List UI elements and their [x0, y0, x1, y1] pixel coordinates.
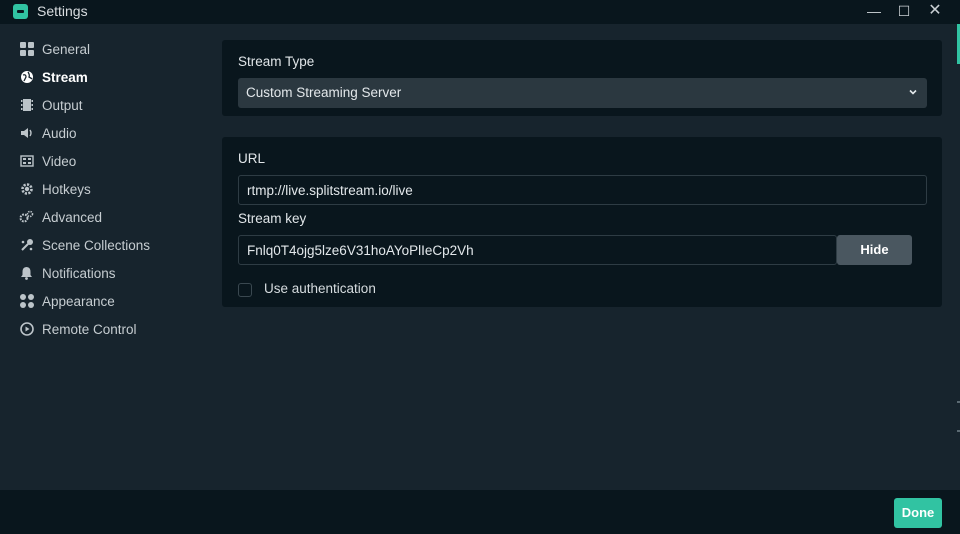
stream-type-label: Stream Type: [238, 54, 315, 69]
video-icon: [19, 154, 34, 169]
sidebar-item-label: Scene Collections: [42, 237, 151, 253]
title-bar: Settings — ☐ ✕: [0, 0, 960, 24]
sidebar-item-label: Video: [42, 153, 77, 169]
globe-icon: [19, 70, 34, 85]
minimize-button[interactable]: —: [859, 0, 889, 24]
stream-type-panel: Stream Type Custom Streaming Server: [222, 40, 942, 116]
sidebar-item-output[interactable]: Output: [0, 91, 210, 119]
url-label: URL: [238, 151, 266, 166]
bell-icon: [19, 266, 34, 281]
settings-sidebar: General Stream Output Audio Video Hotkey…: [0, 24, 210, 490]
use-authentication-label: Use authentication: [264, 281, 376, 296]
done-button[interactable]: Done: [894, 498, 942, 528]
play-circle-icon: [19, 322, 34, 337]
sidebar-item-label: Appearance: [42, 293, 115, 309]
sidebar-item-hotkeys[interactable]: Hotkeys: [0, 175, 210, 203]
sidebar-item-label: Stream: [42, 69, 88, 85]
sidebar-item-label: Notifications: [42, 265, 116, 281]
sidebar-item-audio[interactable]: Audio: [0, 119, 210, 147]
settings-footer: Done: [0, 490, 960, 534]
sidebar-item-scene-collections[interactable]: Scene Collections: [0, 231, 210, 259]
sidebar-item-appearance[interactable]: Appearance: [0, 287, 210, 315]
sidebar-item-label: Remote Control: [42, 321, 137, 337]
collections-icon: [19, 238, 34, 253]
gear-icon: [19, 182, 34, 197]
maximize-button[interactable]: ☐: [889, 0, 919, 24]
sidebar-item-label: Advanced: [42, 209, 103, 225]
sidebar-item-video[interactable]: Video: [0, 147, 210, 175]
sidebar-item-label: General: [42, 41, 91, 57]
gears-icon: [19, 210, 34, 225]
use-authentication-checkbox[interactable]: [238, 283, 252, 297]
sidebar-item-advanced[interactable]: Advanced: [0, 203, 210, 231]
sidebar-item-remote-control[interactable]: Remote Control: [0, 315, 210, 343]
stream-key-label: Stream key: [238, 211, 307, 226]
palette-icon: [19, 294, 34, 309]
window-title: Settings: [37, 3, 88, 19]
grid-icon: [19, 42, 34, 57]
sidebar-item-stream[interactable]: Stream: [0, 63, 210, 91]
sidebar-item-label: Hotkeys: [42, 181, 91, 197]
stream-type-select[interactable]: Custom Streaming Server: [238, 78, 927, 108]
close-button[interactable]: ✕: [920, 0, 950, 24]
stream-type-selected-value: Custom Streaming Server: [246, 85, 402, 100]
sidebar-item-notifications[interactable]: Notifications: [0, 259, 210, 287]
sidebar-item-label: Audio: [42, 125, 77, 141]
sidebar-item-general[interactable]: General: [0, 35, 210, 63]
film-icon: [19, 98, 34, 113]
server-panel: URL rtmp://live.splitstream.io/live Stre…: [222, 137, 942, 307]
speaker-icon: [19, 126, 34, 141]
app-logo-icon: [13, 4, 28, 19]
url-field[interactable]: rtmp://live.splitstream.io/live: [238, 175, 927, 205]
stream-key-field[interactable]: Fnlq0T4ojg5lze6V31hoAYoPlIeCp2Vh: [238, 235, 837, 265]
chevron-down-icon: [909, 89, 917, 95]
hide-key-button[interactable]: Hide: [837, 235, 912, 265]
sidebar-item-label: Output: [42, 97, 83, 113]
